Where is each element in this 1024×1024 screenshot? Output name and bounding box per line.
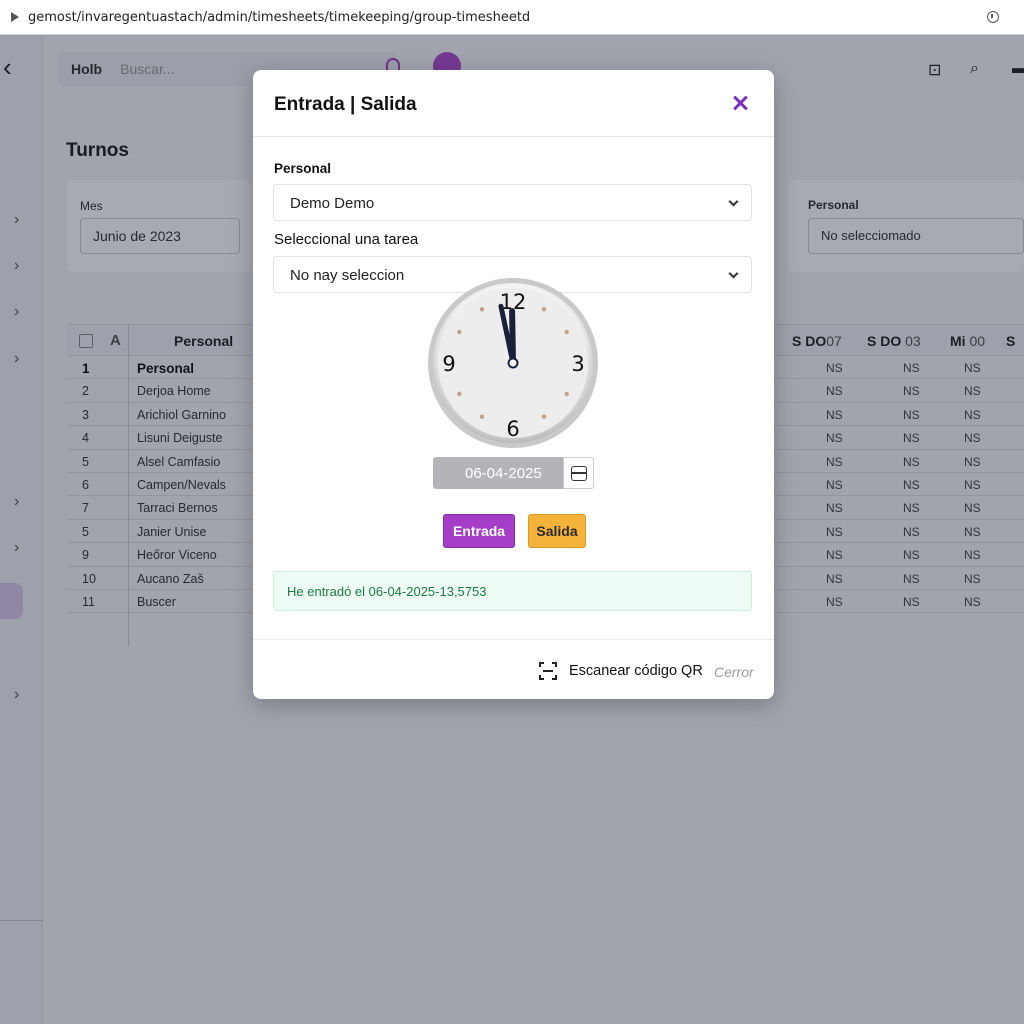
entrada-button[interactable]: Entrada [443, 514, 515, 548]
date-input[interactable]: 06-04-2025 [433, 457, 563, 489]
modal-header: Entrada | Salida [253, 70, 774, 137]
personal-select[interactable]: Demo Demo [273, 184, 752, 221]
alert-message: He entradó el 06-04-2025-13,5753 [287, 584, 487, 599]
clock-numeral-6: 6 [506, 417, 519, 441]
modal-title: Entrada | Salida [274, 94, 417, 115]
clock-dot [457, 391, 462, 397]
clock-dot [457, 329, 462, 335]
success-alert: He entradó el 06-04-2025-13,5753 [273, 571, 752, 611]
clock-dot [564, 391, 569, 397]
modal-footer: Escanear código QR Cerror [253, 639, 774, 699]
clock-dot [479, 307, 485, 312]
personal-select-value: Demo Demo [290, 195, 375, 212]
analog-clock: 12 3 6 9 [428, 278, 598, 448]
clock-numeral-3: 3 [571, 352, 584, 376]
qr-scan-icon [539, 662, 557, 680]
scan-qr-label: Escanear código QR [569, 663, 703, 679]
personal-label: Personal [274, 161, 332, 176]
play-icon[interactable] [11, 12, 19, 22]
clock-dot [564, 329, 569, 335]
task-select-value: No nay seleccion [290, 267, 405, 284]
date-value: 06-04-2025 [465, 465, 542, 482]
close-icon[interactable] [729, 92, 751, 114]
browser-address-bar: gemost/invaregentuastach/admin/timesheet… [0, 0, 1024, 35]
scan-qr-button[interactable]: Escanear código QR [539, 657, 703, 685]
chevron-down-icon [728, 268, 739, 279]
clock-dot [541, 307, 547, 312]
calendar-button[interactable] [563, 457, 594, 489]
close-link[interactable]: Cerror [714, 664, 754, 680]
clock-numeral-9: 9 [442, 352, 455, 376]
url-text[interactable]: gemost/invaregentuastach/admin/timesheet… [28, 10, 530, 25]
entry-exit-modal: Entrada | Salida Personal Demo Demo Sele… [253, 70, 774, 699]
chevron-down-icon [728, 196, 739, 207]
clock-dot [541, 414, 547, 419]
download-icon[interactable] [987, 11, 999, 23]
clock-center-pin [507, 357, 519, 369]
task-label: Seleccional una tarea [274, 231, 419, 248]
salida-button[interactable]: Salida [528, 514, 586, 548]
clock-dot [479, 414, 485, 419]
